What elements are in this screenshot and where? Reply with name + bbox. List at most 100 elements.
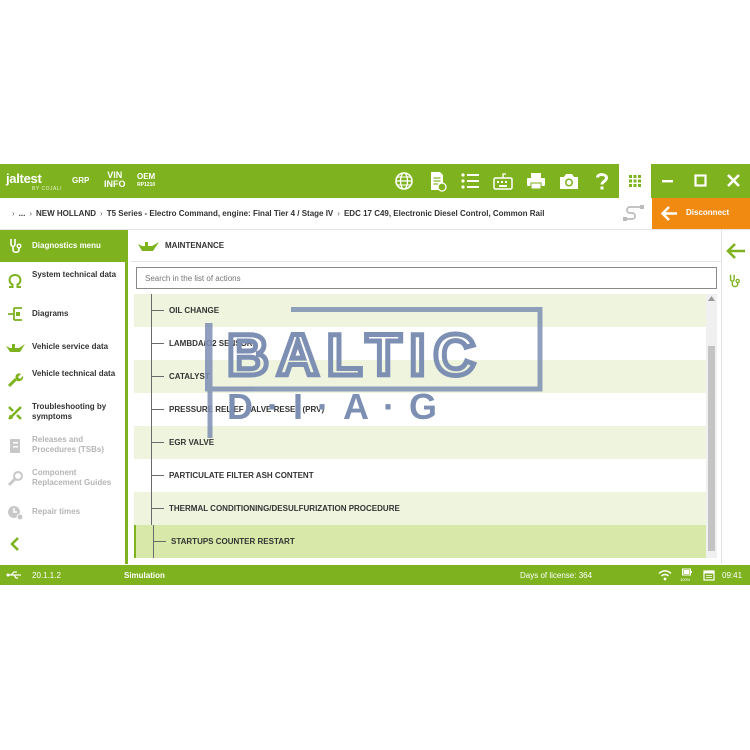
breadcrumb-item-system[interactable]: EDC 17 C49, Electronic Diesel Control, C… [344, 209, 545, 218]
close-icon[interactable] [717, 164, 750, 198]
back-chevron-icon[interactable] [8, 536, 22, 552]
sidebar-header[interactable]: Diagnostics menu [0, 230, 128, 262]
list-item-label: PRESSURE RELIEF VALVE RESET (PRV) [169, 405, 325, 414]
page-title: MAINTENANCE [165, 241, 225, 250]
oil-can-icon [6, 344, 25, 352]
vin-info-button[interactable]: VIN INFO [104, 171, 126, 189]
section-header: MAINTENANCE [131, 230, 721, 262]
scroll-up-icon[interactable] [708, 296, 715, 301]
version-label: 20.1.1.2 [32, 571, 61, 580]
oem-button[interactable]: OEM RP1210 [137, 172, 155, 190]
scrollbar-thumb[interactable] [708, 346, 715, 551]
battery-icon [682, 568, 692, 576]
help-icon[interactable] [591, 170, 613, 192]
sidebar-header-label: Diagnostics menu [32, 241, 101, 250]
chevron-right-icon: › [29, 209, 33, 218]
mode-label: Simulation [124, 571, 165, 580]
tree-connector [151, 294, 165, 327]
list-icon[interactable] [459, 170, 481, 192]
list-item[interactable]: THERMAL CONDITIONING/DESULFURIZATION PRO… [134, 492, 707, 525]
tree-connector [151, 360, 165, 393]
component-icon [7, 471, 23, 487]
keyboard-icon[interactable] [492, 170, 514, 192]
troubleshoot-icon [8, 406, 22, 420]
oem-sub-label: RP1210 [137, 182, 156, 188]
list-item[interactable]: PARTICULATE FILTER ASH CONTENT [134, 459, 707, 492]
tree-connector [151, 459, 165, 492]
search-input[interactable] [136, 267, 717, 289]
list-item-label: LAMBDA/O2 SENSOR [169, 339, 253, 348]
tsb-icon [10, 439, 20, 453]
sidebar-item-label: Diagrams [32, 309, 69, 318]
apps-grid-button[interactable] [619, 164, 651, 198]
list-item-label: CATALYST [169, 372, 210, 381]
breadcrumb-item-model[interactable]: T5 Series - Electro Command, engine: Fin… [107, 209, 334, 218]
grp-button[interactable]: GRP [72, 176, 89, 185]
printer-icon[interactable] [525, 170, 547, 192]
usb-icon [6, 571, 21, 579]
right-rail [721, 230, 750, 564]
chevron-right-icon: › [12, 209, 15, 218]
diagnostics-icon[interactable] [727, 272, 743, 290]
tree-connector [151, 492, 165, 525]
disconnect-button[interactable]: Disconnect [652, 198, 750, 229]
scrollbar[interactable] [706, 294, 717, 558]
list-item[interactable]: CATALYST [134, 360, 707, 393]
sidebar-item-releases-tsbs[interactable]: Releases and Procedures (TSBs) [0, 429, 125, 462]
list-item[interactable]: PRESSURE RELIEF VALVE RESET (PRV) [134, 393, 707, 426]
breadcrumb-item-root[interactable]: ... [19, 209, 26, 218]
wrench-icon [7, 373, 24, 388]
list-item[interactable]: EGR VALVE [134, 426, 707, 459]
sidebar-item-label: Releases and Procedures (TSBs) [32, 435, 105, 454]
breadcrumb-item-brand[interactable]: NEW HOLLAND [36, 209, 96, 218]
main-panel: MAINTENANCE OIL CHANGE LAMBDA/O2 SENSOR … [131, 230, 741, 564]
list-item[interactable]: OIL CHANGE [134, 294, 707, 327]
list-item-selected[interactable]: STARTUPS COUNTER RESTART [134, 525, 707, 558]
sidebar-item-label: System technical data [32, 270, 117, 279]
logo-brand: jaltest [6, 171, 42, 186]
breadcrumb-trail: ›... › NEW HOLLAND › T5 Series - Electro Com… [8, 209, 544, 218]
oil-can-icon [138, 242, 159, 251]
sidebar-item-label: Vehicle technical data [32, 369, 116, 378]
sidebar-item-repair-times[interactable]: Repair times [0, 495, 125, 528]
maximize-icon[interactable] [684, 164, 717, 198]
sidebar-item-system-technical-data[interactable]: System technical data [0, 264, 125, 297]
chevron-right-icon: › [100, 209, 103, 218]
clock-label: 09:41 [722, 571, 743, 580]
tree-connector [153, 525, 167, 558]
apps-grid-icon [629, 175, 641, 187]
connection-status-icon [623, 205, 644, 221]
jaltest-window: jaltest BY COJALI GRP VIN INFO OEM RP121… [0, 164, 750, 585]
sidebar: Diagnostics menu System technical data D… [0, 230, 128, 564]
camera-icon[interactable] [558, 170, 580, 192]
minimize-icon[interactable] [651, 164, 684, 198]
arrow-left-icon [660, 206, 677, 221]
jaltest-logo: jaltest BY COJALI [6, 170, 61, 192]
sidebar-item-label: Troubleshooting by symptoms [32, 402, 107, 421]
report-icon[interactable] [426, 170, 448, 192]
list-item-label: STARTUPS COUNTER RESTART [171, 537, 295, 546]
oem-label: OEM [137, 172, 156, 181]
sidebar-item-troubleshooting[interactable]: Troubleshooting by symptoms [0, 396, 125, 429]
logo-subtitle: BY COJALI [32, 186, 62, 192]
list-item-label: EGR VALVE [169, 438, 215, 447]
list-item[interactable]: LAMBDA/O2 SENSOR [134, 327, 707, 360]
arrow-left-icon[interactable] [726, 242, 746, 260]
vin-info-label: INFO [104, 179, 126, 189]
chevron-right-icon: › [337, 209, 340, 218]
calendar-icon[interactable] [703, 569, 715, 581]
diagnostics-icon [10, 239, 22, 254]
diagram-icon [8, 307, 22, 321]
top-toolbar: jaltest BY COJALI GRP VIN INFO OEM RP121… [0, 164, 750, 198]
sidebar-item-diagrams[interactable]: Diagrams [0, 297, 125, 330]
sidebar-item-vehicle-service-data[interactable]: Vehicle service data [0, 330, 125, 363]
sidebar-item-component-replacement[interactable]: Component Replacement Guides [0, 462, 125, 495]
status-bar: 20.1.1.2 Simulation Days of license: 364… [0, 565, 750, 585]
tree-connector [151, 426, 165, 459]
battery-level: 100% [680, 577, 691, 582]
globe-icon[interactable] [393, 170, 415, 192]
tree-connector [151, 327, 165, 360]
sidebar-item-vehicle-technical-data[interactable]: Vehicle technical data [0, 363, 125, 396]
list-item-label: OIL CHANGE [169, 306, 220, 315]
sidebar-item-label: Component Replacement Guides [32, 468, 112, 487]
